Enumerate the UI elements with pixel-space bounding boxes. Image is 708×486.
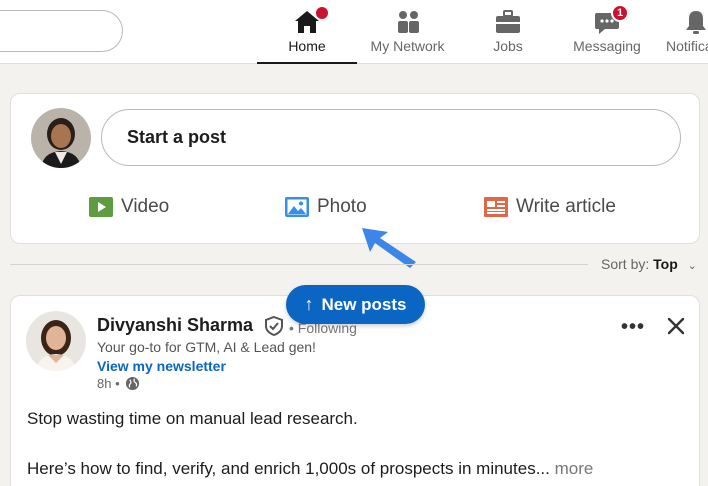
close-icon[interactable]: [666, 316, 686, 336]
photo-label: Photo: [317, 196, 367, 217]
nav-messaging-label: Messaging: [573, 38, 641, 54]
nav-my-network-label: My Network: [370, 38, 445, 54]
share-box: Start a post Video Photo Write article: [10, 93, 700, 244]
verified-shield-icon: [265, 315, 283, 337]
author-name[interactable]: Divyanshi Sharma: [97, 315, 253, 336]
new-posts-label: New posts: [321, 294, 407, 314]
write-article-label: Write article: [516, 196, 616, 217]
active-indicator: [257, 62, 357, 64]
photo-button[interactable]: Photo: [284, 196, 367, 218]
globe-icon: [125, 376, 139, 391]
chevron-down-icon: ⌄: [687, 260, 697, 272]
pointer-arrow-icon: [362, 228, 416, 268]
bell-icon: [682, 8, 708, 36]
my-avatar[interactable]: [31, 108, 91, 168]
top-navigation: Home My Network Jobs 1 Messaging Notific…: [0, 0, 708, 64]
sort-label: Sort by:: [601, 256, 650, 272]
write-article-button[interactable]: Write article: [483, 196, 616, 218]
more-options-button[interactable]: •••: [621, 316, 645, 339]
video-label: Video: [121, 196, 170, 217]
nav-home-label: Home: [288, 38, 326, 54]
messaging-badge: 1: [611, 4, 629, 22]
search-input[interactable]: [0, 10, 123, 52]
article-icon: [483, 196, 509, 218]
post-text-line-2-content: Here’s how to find, verify, and enrich 1…: [27, 459, 550, 478]
see-more-link[interactable]: more: [555, 459, 594, 478]
sort-dropdown[interactable]: Sort by: Top ⌄: [601, 256, 697, 272]
network-icon: [394, 8, 422, 36]
nav-jobs-label: Jobs: [493, 38, 523, 54]
notification-dot: [314, 5, 330, 21]
nav-messaging[interactable]: 1 Messaging: [566, 0, 648, 64]
sort-value: Top: [653, 256, 678, 272]
post-time-label: 8h •: [97, 376, 120, 391]
post-time: 8h •: [97, 376, 140, 391]
new-posts-button[interactable]: ↑ New posts: [286, 285, 425, 324]
home-icon: [293, 5, 330, 36]
video-button[interactable]: Video: [88, 196, 169, 218]
nav-jobs[interactable]: Jobs: [477, 0, 539, 64]
start-post-button[interactable]: Start a post: [101, 109, 681, 166]
video-icon: [88, 196, 114, 218]
feed-divider: [10, 264, 588, 265]
post-text-line-2: Here’s how to find, verify, and enrich 1…: [27, 459, 593, 479]
messaging-icon: 1: [593, 4, 629, 36]
view-newsletter-link[interactable]: View my newsletter: [97, 358, 226, 374]
arrow-up-icon: ↑: [304, 294, 314, 314]
author-headline: Your go-to for GTM, AI & Lead gen!: [97, 339, 316, 355]
nav-notifications-label: Notifications: [666, 38, 708, 54]
author-avatar[interactable]: [26, 311, 86, 371]
photo-icon: [284, 196, 310, 218]
nav-notifications[interactable]: Notifications: [664, 0, 708, 64]
nav-my-network[interactable]: My Network: [357, 0, 458, 64]
nav-home[interactable]: Home: [257, 0, 357, 64]
post-text-line-1: Stop wasting time on manual lead researc…: [27, 409, 358, 428]
briefcase-icon: [494, 8, 522, 36]
